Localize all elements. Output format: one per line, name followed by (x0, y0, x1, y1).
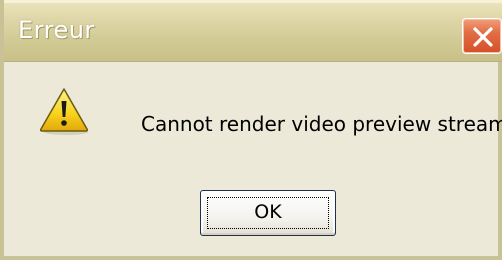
ok-button[interactable]: OK (200, 190, 336, 236)
close-button[interactable] (462, 18, 502, 54)
close-icon (473, 27, 493, 47)
error-message: Cannot render video preview stream (141, 112, 502, 136)
title-bar[interactable]: Erreur (4, 0, 502, 62)
ok-button-label: OK (254, 201, 282, 223)
dialog-content: Cannot render video preview stream OK (4, 62, 502, 260)
warning-icon (39, 88, 89, 135)
dialog-title: Erreur (18, 16, 95, 44)
title-bar-highlight (4, 0, 502, 3)
error-dialog: Erreur Cannot render video preview strea… (0, 0, 502, 260)
